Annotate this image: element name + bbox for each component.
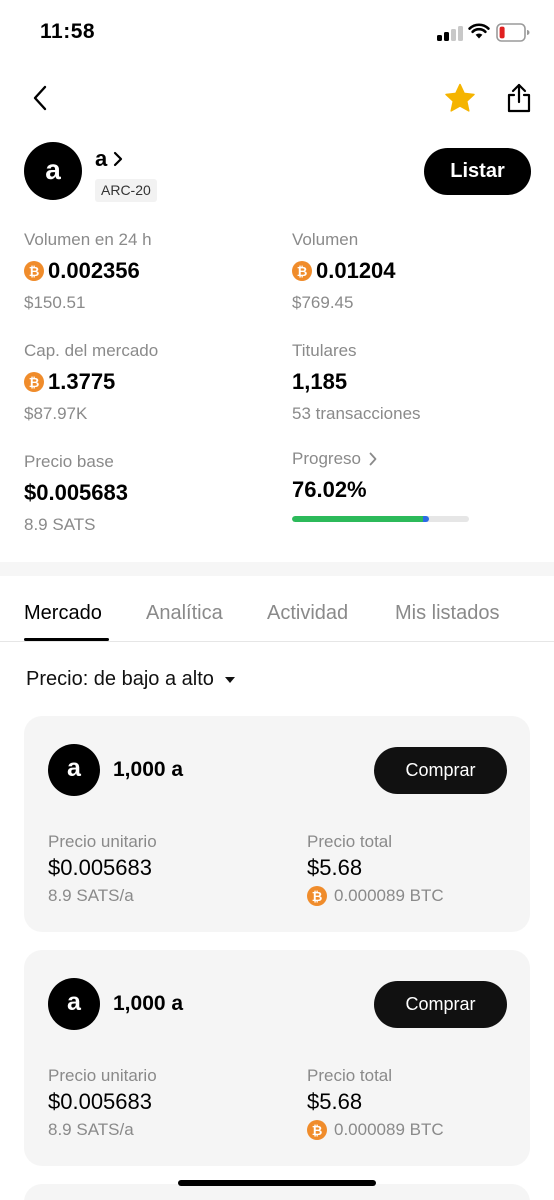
unit-price-sats: 8.9 SATS/a: [48, 886, 134, 905]
token-name-link[interactable]: a: [95, 146, 123, 172]
token-avatar: a: [24, 142, 82, 200]
progress-link[interactable]: Progreso: [292, 449, 532, 469]
stat-value-text: $0.005683: [24, 480, 128, 505]
battery-icon: [496, 23, 530, 42]
tab-analytics[interactable]: Analítica: [146, 602, 223, 625]
bitcoin-icon: ₿: [307, 1120, 327, 1140]
total-price-label: Precio total: [307, 1066, 393, 1085]
home-indicator[interactable]: [178, 1180, 376, 1186]
chevron-left-icon: [33, 85, 47, 111]
cellular-signal-icon: [437, 25, 463, 41]
progress-bar-fill: [292, 516, 427, 522]
stat-value: ₿ 1.3775: [24, 369, 264, 395]
stat-value: 1,185: [292, 369, 532, 395]
list-button[interactable]: Listar: [424, 148, 531, 195]
unit-price-label: Precio unitario: [48, 832, 157, 851]
stat-label: Titulares: [292, 341, 357, 360]
tab-my-listings[interactable]: Mis listados: [395, 602, 499, 625]
total-price: Precio total $5.68 ₿ 0.000089 BTC: [307, 832, 444, 906]
stat-value: ₿ 0.01204: [292, 258, 532, 284]
stat-sub: 53 transacciones: [292, 404, 421, 423]
favorite-button[interactable]: [440, 78, 480, 118]
sort-dropdown[interactable]: Precio: de bajo a alto: [26, 668, 236, 691]
progress-bar: [292, 516, 469, 522]
stat-value-text: 1,185: [292, 369, 348, 394]
stat-value-text: 76.02%: [292, 477, 367, 502]
stat-value-text: 0.01204: [316, 258, 396, 283]
total-price-btc-row: ₿ 0.000089 BTC: [307, 886, 444, 906]
stat-sub: 8.9 SATS: [24, 515, 96, 534]
section-divider: [0, 562, 554, 576]
wifi-icon: [468, 23, 490, 39]
status-bar: 11:58: [0, 0, 554, 66]
total-price-btc: 0.000089 BTC: [334, 1120, 444, 1139]
sort-label: Precio: de bajo a alto: [26, 668, 214, 690]
unit-price: Precio unitario $0.005683 8.9 SATS/a: [48, 832, 157, 906]
token-name: a: [95, 146, 108, 171]
listing-amount: 1,000 a: [113, 992, 184, 1015]
listing-card-partial: [24, 1184, 530, 1200]
stat-progress: Progreso 76.02%: [292, 449, 532, 522]
stat-value-text: 1.3775: [48, 369, 116, 394]
chevron-right-icon: [114, 151, 123, 167]
stat-base-price: Precio base $0.005683 8.9 SATS: [24, 452, 264, 535]
stat-holders: Titulares 1,185 53 transacciones: [292, 341, 532, 424]
total-price-btc: 0.000089 BTC: [334, 886, 444, 905]
stat-sub: $87.97K: [24, 404, 88, 423]
listing-card: a 1,000 a Comprar Precio unitario $0.005…: [24, 716, 530, 932]
stat-volume-24h: Volumen en 24 h ₿ 0.002356 $150.51: [24, 230, 264, 313]
token-standard-badge: ARC-20: [95, 179, 157, 202]
total-price: Precio total $5.68 ₿ 0.000089 BTC: [307, 1066, 444, 1140]
stat-sub: $769.45: [292, 293, 354, 312]
stat-label: Volumen: [292, 230, 359, 249]
status-time: 11:58: [40, 20, 96, 43]
active-tab-indicator: [24, 638, 109, 641]
stat-market-cap: Cap. del mercado ₿ 1.3775 $87.97K: [24, 341, 264, 424]
stat-label: Volumen en 24 h: [24, 230, 152, 249]
bitcoin-icon: ₿: [292, 261, 312, 281]
caret-down-icon: [224, 676, 235, 683]
unit-price-label: Precio unitario: [48, 1066, 157, 1085]
back-button[interactable]: [22, 78, 58, 118]
share-icon: [507, 83, 531, 113]
bitcoin-icon: ₿: [24, 261, 44, 281]
unit-price-sats: 8.9 SATS/a: [48, 1120, 134, 1139]
bitcoin-icon: ₿: [24, 372, 44, 392]
buy-button[interactable]: Comprar: [374, 747, 507, 794]
tab-bar: Mercado Analítica Actividad Mis listados: [0, 576, 554, 642]
total-price-value: $5.68: [307, 1089, 363, 1114]
top-nav: [0, 76, 554, 120]
stat-volume: Volumen ₿ 0.01204 $769.45: [292, 230, 532, 313]
total-price-label: Precio total: [307, 832, 393, 851]
stat-label: Cap. del mercado: [24, 341, 159, 360]
stat-value: ₿ 0.002356: [24, 258, 264, 284]
stat-sub: $150.51: [24, 293, 86, 312]
unit-price: Precio unitario $0.005683 8.9 SATS/a: [48, 1066, 157, 1140]
unit-price-value: $0.005683: [48, 1089, 152, 1114]
buy-button[interactable]: Comprar: [374, 981, 507, 1028]
stat-value-text: 0.002356: [48, 258, 140, 283]
tab-activity[interactable]: Actividad: [267, 602, 348, 625]
total-price-value: $5.68: [307, 855, 363, 880]
progress-bar-tip: [422, 516, 429, 522]
listing-amount: 1,000 a: [113, 758, 184, 781]
total-price-btc-row: ₿ 0.000089 BTC: [307, 1120, 444, 1140]
stat-label: Progreso: [292, 449, 361, 468]
stat-value: $0.005683: [24, 480, 264, 506]
tab-market[interactable]: Mercado: [24, 602, 102, 625]
bitcoin-icon: ₿: [307, 886, 327, 906]
share-button[interactable]: [500, 78, 538, 118]
stat-label: Precio base: [24, 452, 114, 471]
unit-price-value: $0.005683: [48, 855, 152, 880]
star-icon: [445, 83, 475, 112]
listing-card: a 1,000 a Comprar Precio unitario $0.005…: [24, 950, 530, 1166]
token-avatar: a: [48, 744, 100, 796]
chevron-right-icon: [369, 452, 377, 466]
stat-value: 76.02%: [292, 477, 532, 503]
token-avatar: a: [48, 978, 100, 1030]
